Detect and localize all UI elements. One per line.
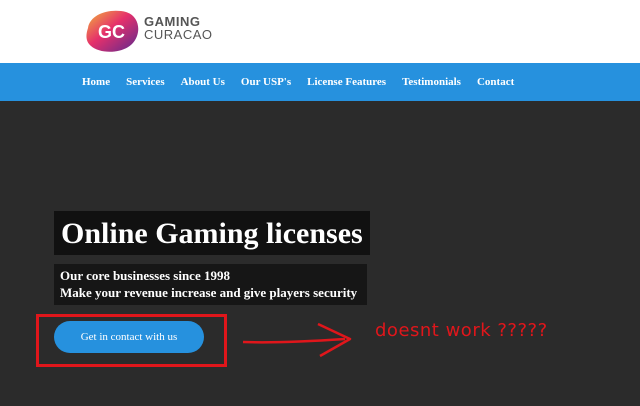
hero-subtitle-box: Our core businesses since 1998 Make your… <box>54 264 367 305</box>
annotation-note: doesnt work ????? <box>375 320 548 341</box>
hero-subtitle-line-2: Make your revenue increase and give play… <box>60 285 358 300</box>
logo-line-curacao: CURACAO <box>144 27 213 42</box>
nav-item-about-us[interactable]: About Us <box>181 76 225 88</box>
logo-wordmark: GAMING CURACAO <box>144 15 213 41</box>
nav-list: Home Services About Us Our USP's License… <box>82 63 530 101</box>
site-header: GC GAMING CURACAO <box>0 0 640 63</box>
gc-logo-icon: GC <box>86 10 139 52</box>
hero-subtitle-line-1: Our core businesses since 1998 <box>60 268 230 283</box>
contact-cta-button[interactable]: Get in contact with us <box>54 321 204 353</box>
nav-item-testimonials[interactable]: Testimonials <box>402 76 461 88</box>
nav-item-license-features[interactable]: License Features <box>307 76 386 88</box>
logo-monogram: GC <box>98 22 125 42</box>
main-navigation: Home Services About Us Our USP's License… <box>0 63 640 101</box>
nav-item-our-usps[interactable]: Our USP's <box>241 76 291 88</box>
nav-item-services[interactable]: Services <box>126 76 164 88</box>
hero-headline: Online Gaming licenses <box>54 211 370 255</box>
nav-item-contact[interactable]: Contact <box>477 76 514 88</box>
nav-item-home[interactable]: Home <box>82 76 110 88</box>
gaming-curacao-logo[interactable]: GC GAMING CURACAO <box>82 6 232 56</box>
